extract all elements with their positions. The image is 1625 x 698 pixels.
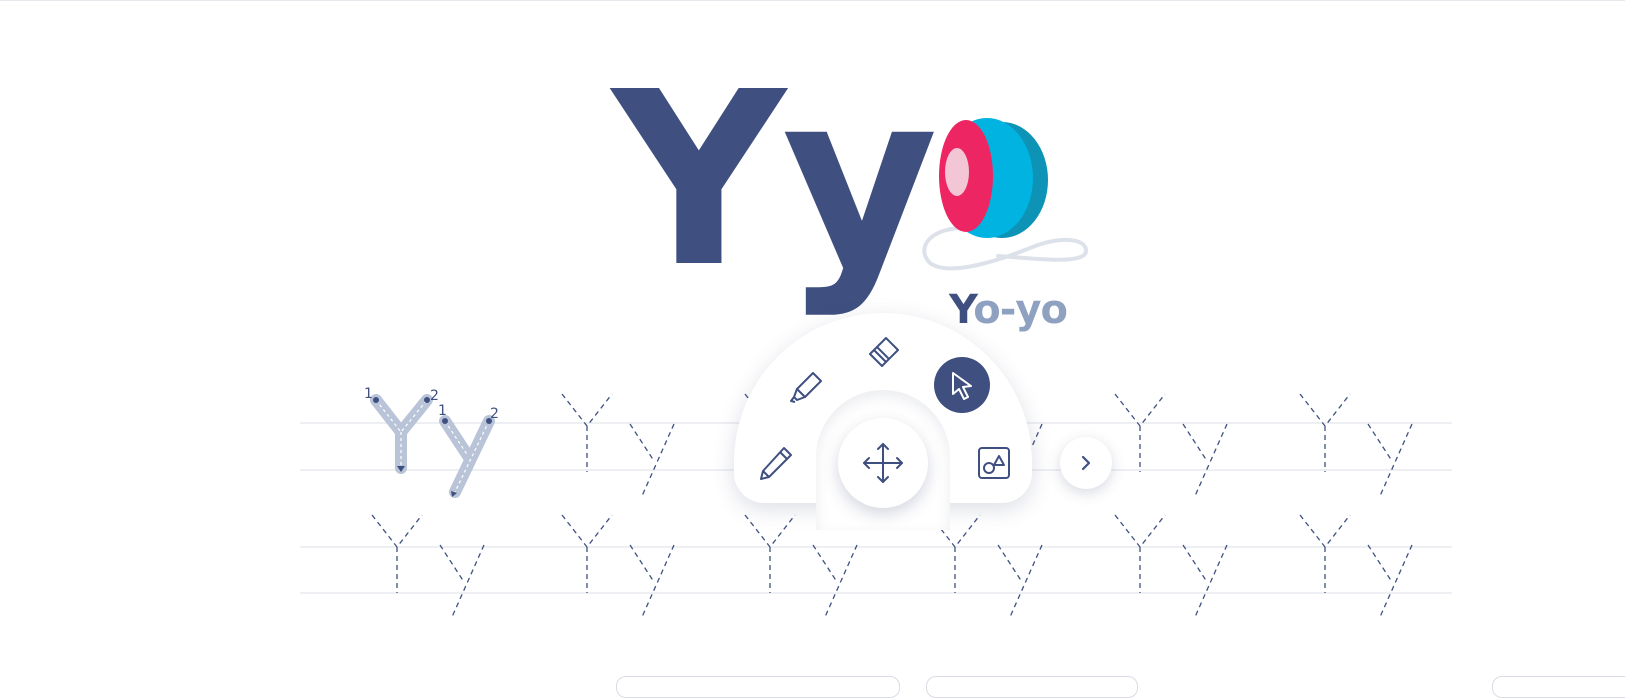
bottom-card[interactable] <box>616 676 900 698</box>
move-button[interactable] <box>838 418 928 508</box>
move-icon <box>863 443 903 483</box>
eraser-icon <box>869 337 899 367</box>
chevron-right-icon <box>1081 455 1091 471</box>
stroke-number: 1 <box>364 386 373 402</box>
stroke-number: 2 <box>490 406 499 422</box>
eraser-button[interactable] <box>859 328 909 378</box>
shapes-icon <box>978 447 1010 479</box>
bottom-card[interactable] <box>926 676 1138 698</box>
trace-row-2 <box>371 514 1413 618</box>
shapes-button[interactable] <box>969 438 1019 488</box>
model-letter: 1 2 1 2 <box>364 386 499 498</box>
highlighter-icon <box>790 372 822 403</box>
stroke-number: 2 <box>430 388 439 404</box>
select-button[interactable] <box>934 357 990 413</box>
pencil-button[interactable] <box>751 438 801 488</box>
next-button[interactable] <box>1060 437 1112 489</box>
bottom-card[interactable] <box>1492 676 1625 698</box>
highlighter-button[interactable] <box>782 362 832 412</box>
pencil-icon <box>760 447 792 480</box>
stroke-number: 1 <box>438 403 447 419</box>
cursor-icon <box>952 372 972 400</box>
